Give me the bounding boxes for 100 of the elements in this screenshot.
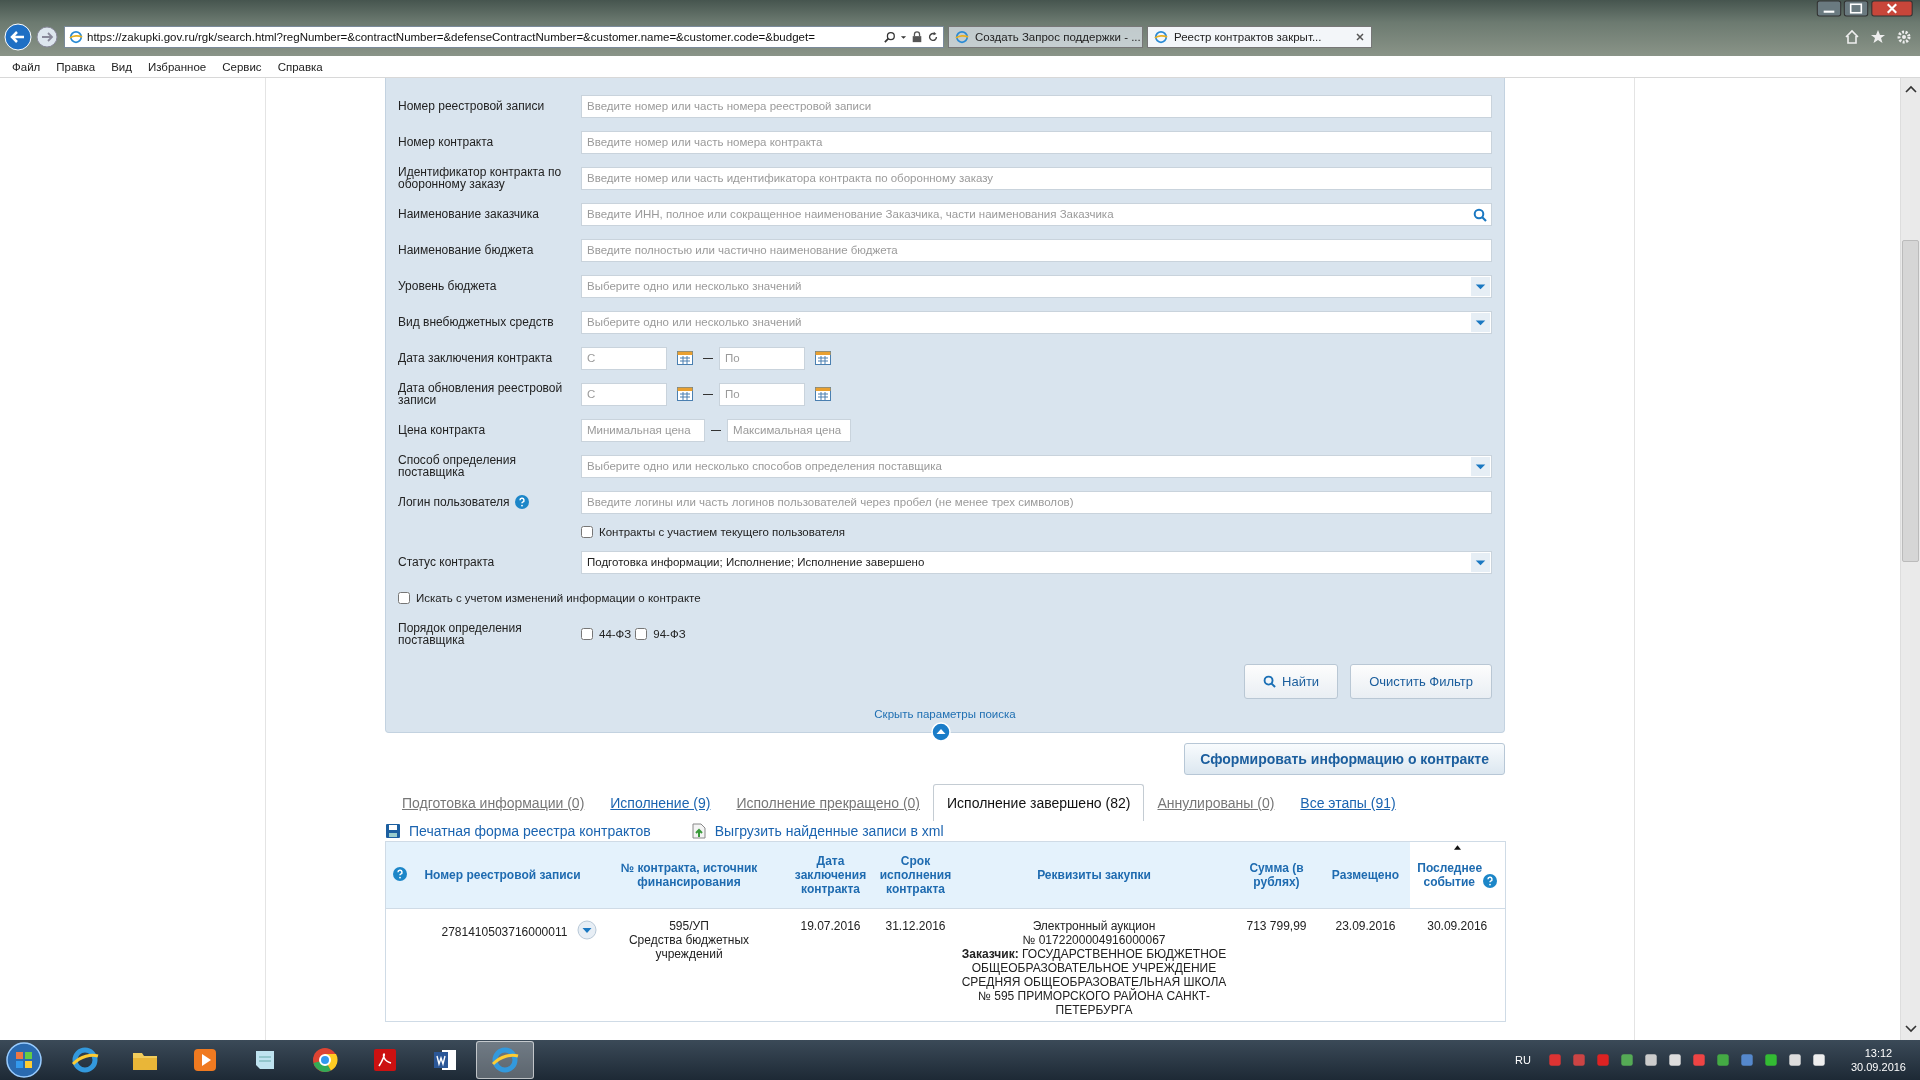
browser-icon — [490, 1045, 520, 1075]
calendar-icon[interactable] — [677, 351, 693, 365]
browser-tab[interactable]: Реестр контрактов закрыт... — [1147, 26, 1372, 48]
browser-icon — [310, 1045, 340, 1075]
date-field[interactable]: По — [719, 382, 805, 406]
date-field[interactable]: По — [719, 346, 805, 370]
text-field[interactable]: Введите номер или часть номера реестровой записи — [581, 94, 1492, 118]
menu-item[interactable]: Файл — [4, 60, 49, 73]
settings-icon[interactable] — [1896, 29, 1912, 45]
home-icon[interactable] — [1844, 29, 1860, 45]
browser-tab[interactable]: Создать Запрос поддержки - ... — [948, 26, 1143, 48]
dropdown[interactable]: Выберите одно или несколько способов определения поставщика — [581, 454, 1492, 478]
price-field[interactable]: Максимальная цена — [727, 418, 851, 442]
scroll-up-icon[interactable] — [1904, 84, 1917, 94]
close-icon[interactable] — [1870, 0, 1914, 17]
table-cell: 713 799,99 — [1246, 919, 1307, 933]
status-tab[interactable]: Исполнение (9) — [597, 785, 724, 821]
maximize-icon[interactable] — [1843, 0, 1869, 17]
date-field[interactable]: С — [581, 382, 667, 406]
table-cell-text: № 0172200004916000067 — [1021, 933, 1167, 947]
menu-item[interactable]: Справка — [269, 60, 331, 73]
table-cell: 30.09.2016 — [1427, 919, 1488, 933]
field-label: Способ определения поставщика — [398, 454, 517, 478]
dropdown[interactable]: Выберите одно или несколько значений — [581, 274, 1492, 298]
table-cell: 31.12.2016 — [885, 919, 946, 933]
page-icon — [955, 30, 969, 44]
lock-icon — [911, 31, 923, 43]
back-icon[interactable] — [4, 23, 32, 51]
sort-icon[interactable] — [1454, 845, 1462, 850]
menu-item[interactable]: Сервис — [214, 60, 270, 73]
find-button[interactable]: Найти — [1244, 664, 1339, 699]
help-icon[interactable] — [514, 495, 529, 509]
help-icon[interactable] — [392, 866, 407, 881]
dropdown[interactable]: Подготовка информации; Исполнение; Исполнение завершено — [581, 550, 1492, 574]
browser-icon — [70, 1045, 100, 1075]
menu-item[interactable]: Правка — [48, 60, 104, 73]
help-icon[interactable] — [1483, 874, 1498, 888]
field-label: Номер контракта — [398, 136, 494, 148]
refresh-icon[interactable] — [927, 31, 939, 43]
close-icon[interactable] — [1355, 32, 1365, 42]
address-bar[interactable]: https://zakupki.gov.ru/rgk/search.html?regNumber=&contractNumber=&defenseContractNumber=&customer.name=&customer.code=&budget= — [64, 26, 944, 48]
hide-search-link[interactable]: Скрыть параметры поиска — [874, 708, 1016, 720]
checkbox[interactable] — [398, 592, 410, 604]
checkbox[interactable] — [581, 526, 593, 538]
clock-date[interactable]: 30.09.2016 — [1850, 1060, 1906, 1074]
action-link[interactable]: Выгрузить найденные записи в xml — [690, 823, 944, 839]
column-header[interactable]: Реквизиты закупки — [960, 868, 1228, 882]
field-label: Вид внебюджетных средств — [398, 316, 554, 328]
action-link[interactable]: Печатная форма реестра контрактов — [385, 823, 651, 839]
menu-item[interactable]: Избранное — [139, 60, 215, 73]
tray-icon[interactable] — [1810, 1052, 1827, 1068]
field-label: Уровень бюджета — [398, 280, 497, 292]
search-field[interactable]: Введите ИНН, полное или сокращенное наименование Заказчика, части наименования Заказчика — [581, 202, 1492, 226]
scrollbar[interactable] — [1900, 78, 1920, 1040]
field-label: Номер реестровой записи — [398, 100, 545, 112]
status-tab[interactable]: Все этапы (91) — [1287, 785, 1409, 821]
tray-icon[interactable] — [1618, 1052, 1635, 1068]
clear-filter-button[interactable]: Очистить Фильтр — [1350, 664, 1492, 699]
column-header[interactable]: Размещено — [1325, 868, 1406, 882]
generate-info-button[interactable]: Сформировать информацию о контракте — [1184, 743, 1505, 775]
status-tab[interactable]: Исполнение завершено (82) — [933, 784, 1145, 821]
column-header[interactable]: Номер реестровой записи — [417, 868, 588, 882]
forward-icon[interactable] — [36, 26, 58, 48]
field-label: Порядок определения поставщика — [398, 622, 523, 646]
start-button[interactable] — [4, 1040, 44, 1080]
scroll-down-icon[interactable] — [1904, 1024, 1917, 1034]
text-field[interactable]: Введите номер или часть номера контракта — [581, 130, 1492, 154]
field-label: Логин пользователя — [398, 496, 510, 508]
scroll-thumb[interactable] — [1902, 240, 1919, 562]
calendar-icon[interactable] — [815, 387, 831, 401]
tray-icon[interactable] — [1786, 1052, 1803, 1068]
field-label: Дата заключения контракта — [398, 352, 553, 364]
tray-icon[interactable] — [1762, 1052, 1779, 1068]
checkbox[interactable] — [635, 628, 648, 640]
collapse-icon[interactable] — [931, 722, 951, 742]
expand-icon[interactable] — [577, 920, 598, 940]
price-field[interactable]: Минимальная цена — [581, 418, 705, 442]
calendar-icon[interactable] — [677, 387, 693, 401]
date-field[interactable]: С — [581, 346, 667, 370]
text-field[interactable]: Введите полностью или частично наименование бюджета — [581, 238, 1492, 262]
minimize-icon[interactable] — [1816, 0, 1842, 17]
tray-icon[interactable] — [1642, 1052, 1659, 1068]
table-cell[interactable]: 2781410503716000011 — [441, 925, 568, 939]
dropdown[interactable]: Выберите одно или несколько значений — [581, 310, 1492, 334]
language-indicator[interactable]: RU — [1515, 1054, 1531, 1066]
field-label: Цена контракта — [398, 424, 486, 436]
document-arrow-icon — [690, 823, 707, 839]
calendar-icon[interactable] — [815, 351, 831, 365]
column-header[interactable]: Последнее событие — [1417, 861, 1482, 889]
star-icon[interactable] — [1870, 29, 1886, 45]
text-field[interactable]: Введите номер или часть идентификатора контракта по оборонному заказу — [581, 166, 1492, 190]
table-cell: 23.09.2016 — [1335, 919, 1396, 933]
menu-item[interactable]: Вид — [103, 60, 140, 73]
tray-icon[interactable] — [1666, 1052, 1683, 1068]
text-field[interactable]: Введите логины или часть логинов пользователей через пробел (не менее трех символов) — [581, 490, 1492, 514]
checkbox[interactable] — [581, 628, 593, 640]
clock-time[interactable]: 13:12 — [1864, 1046, 1893, 1060]
checkbox-label: 94-ФЗ — [653, 628, 686, 640]
search-icon[interactable] — [884, 31, 896, 43]
page-icon — [69, 30, 83, 44]
